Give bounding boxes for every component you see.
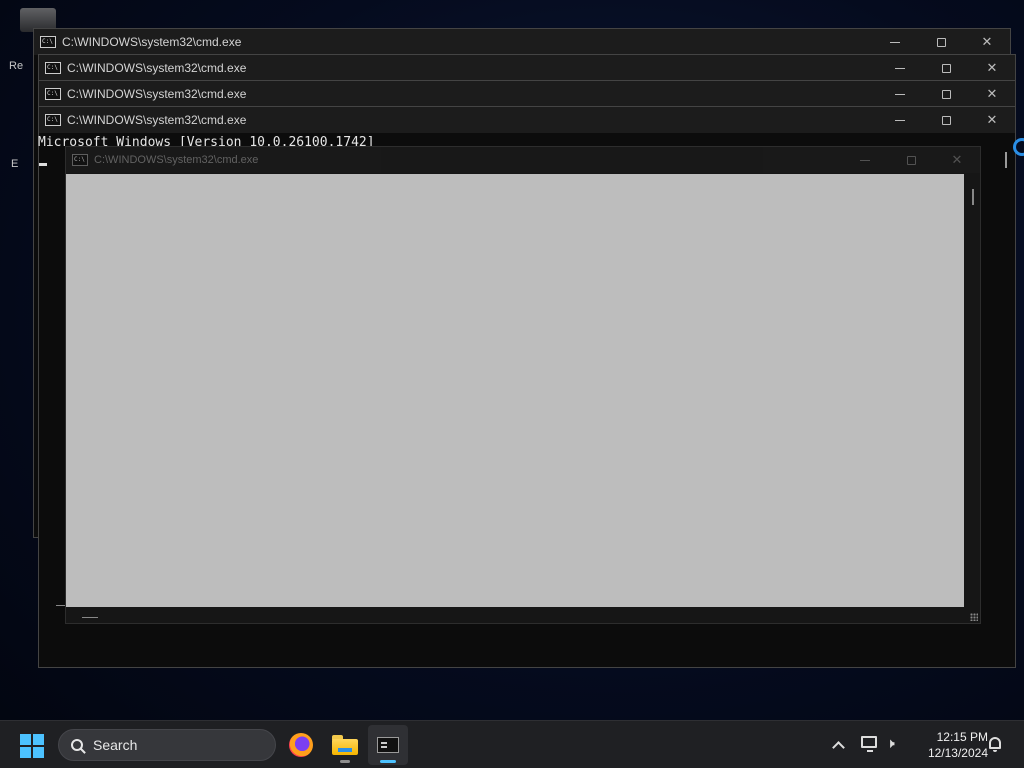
taskbar-app-command-prompt[interactable] bbox=[368, 725, 408, 765]
busy-cursor-icon bbox=[1013, 138, 1024, 156]
console-cursor bbox=[39, 163, 47, 166]
close-icon: ✕ bbox=[951, 152, 963, 168]
desktop-label-fragment: Re bbox=[9, 60, 24, 72]
cmd-app-icon: C:\ bbox=[45, 88, 61, 100]
desktop-label-fragment: E bbox=[11, 158, 19, 170]
minimize-button[interactable] bbox=[872, 29, 918, 55]
taskbar: Search 🕨 12:15 PM 12/13/2024 bbox=[0, 720, 1024, 768]
maximize-icon bbox=[941, 115, 951, 125]
close-icon: ✕ bbox=[981, 34, 993, 50]
cmd-app-icon: C:\ bbox=[45, 62, 61, 74]
minimize-button[interactable] bbox=[877, 55, 923, 81]
close-button[interactable]: ✕ bbox=[934, 147, 980, 173]
window-titlebar[interactable]: C:\ C:\WINDOWS\system32\cmd.exe ✕ bbox=[39, 55, 1015, 81]
running-indicator bbox=[340, 760, 350, 763]
window-title: C:\WINDOWS\system32\cmd.exe bbox=[67, 61, 247, 75]
start-button[interactable] bbox=[20, 734, 44, 758]
clock-date: 12/13/2024 bbox=[927, 746, 988, 760]
close-icon: ✕ bbox=[986, 60, 998, 76]
windows-logo-icon bbox=[33, 734, 44, 745]
window-title: C:\WINDOWS\system32\cmd.exe bbox=[62, 35, 242, 49]
maximize-button[interactable] bbox=[923, 107, 969, 133]
maximize-icon bbox=[906, 155, 916, 165]
search-icon bbox=[71, 739, 83, 751]
show-hidden-icons-button[interactable] bbox=[830, 735, 846, 755]
notification-bell-icon[interactable] bbox=[989, 737, 1001, 752]
command-prompt-icon bbox=[377, 737, 399, 753]
windows-logo-icon bbox=[33, 747, 44, 758]
firefox-icon bbox=[289, 733, 313, 757]
taskbar-app-firefox[interactable] bbox=[281, 725, 321, 765]
close-button[interactable]: ✕ bbox=[964, 29, 1010, 55]
network-icon[interactable] bbox=[861, 736, 877, 752]
minimize-button[interactable] bbox=[877, 81, 923, 107]
minimize-icon bbox=[895, 93, 905, 95]
maximize-button[interactable] bbox=[888, 147, 934, 173]
frozen-client-area bbox=[66, 174, 964, 607]
maximize-button[interactable] bbox=[923, 55, 969, 81]
close-icon: ✕ bbox=[986, 86, 998, 102]
cmd-app-icon: C:\ bbox=[72, 154, 88, 166]
cmd-window-not-responding[interactable]: C:\ C:\WINDOWS\system32\cmd.exe ✕ bbox=[65, 146, 981, 624]
minimize-icon bbox=[895, 67, 905, 69]
search-label: Search bbox=[93, 737, 138, 753]
maximize-icon bbox=[941, 63, 951, 73]
close-icon: ✕ bbox=[986, 112, 998, 128]
close-button[interactable]: ✕ bbox=[969, 81, 1015, 107]
minimize-icon bbox=[895, 119, 905, 121]
taskbar-search[interactable]: Search bbox=[58, 729, 276, 761]
scrollbar-thumb[interactable] bbox=[972, 189, 974, 205]
volume-muted-icon[interactable]: 🕨 bbox=[886, 735, 904, 753]
window-titlebar[interactable]: C:\ C:\WINDOWS\system32\cmd.exe ✕ bbox=[34, 29, 1010, 55]
console-scrollbar-thumb[interactable] bbox=[1005, 152, 1007, 168]
window-titlebar[interactable]: C:\ C:\WINDOWS\system32\cmd.exe ✕ bbox=[39, 81, 1015, 107]
close-button[interactable]: ✕ bbox=[969, 107, 1015, 133]
window-title: C:\WINDOWS\system32\cmd.exe bbox=[67, 113, 247, 127]
windows-logo-icon bbox=[20, 747, 31, 758]
running-indicator bbox=[380, 760, 396, 763]
maximize-icon bbox=[941, 89, 951, 99]
minimize-button[interactable] bbox=[842, 147, 888, 173]
minimize-icon bbox=[890, 41, 900, 43]
maximize-button[interactable] bbox=[918, 29, 964, 55]
minimize-button[interactable] bbox=[877, 107, 923, 133]
taskbar-app-file-explorer[interactable] bbox=[325, 725, 365, 765]
file-explorer-icon bbox=[332, 735, 358, 755]
cmd-app-icon: C:\ bbox=[45, 114, 61, 126]
resize-grip-icon[interactable] bbox=[970, 613, 978, 621]
window-title: C:\WINDOWS\system32\cmd.exe bbox=[94, 154, 259, 166]
maximize-button[interactable] bbox=[923, 81, 969, 107]
maximize-icon bbox=[936, 37, 946, 47]
windows-logo-icon bbox=[20, 734, 31, 745]
window-titlebar[interactable]: C:\ C:\WINDOWS\system32\cmd.exe ✕ bbox=[66, 147, 980, 173]
close-button[interactable]: ✕ bbox=[969, 55, 1015, 81]
clock-time: 12:15 PM bbox=[936, 730, 988, 744]
window-title: C:\WINDOWS\system32\cmd.exe bbox=[67, 87, 247, 101]
window-titlebar[interactable]: C:\ C:\WINDOWS\system32\cmd.exe ✕ bbox=[39, 107, 1015, 133]
minimize-icon bbox=[860, 159, 870, 161]
taskbar-clock[interactable]: 12:15 PM 12/13/2024 bbox=[912, 729, 988, 761]
console-cursor-bottom bbox=[82, 617, 98, 618]
cmd-app-icon: C:\ bbox=[40, 36, 56, 48]
